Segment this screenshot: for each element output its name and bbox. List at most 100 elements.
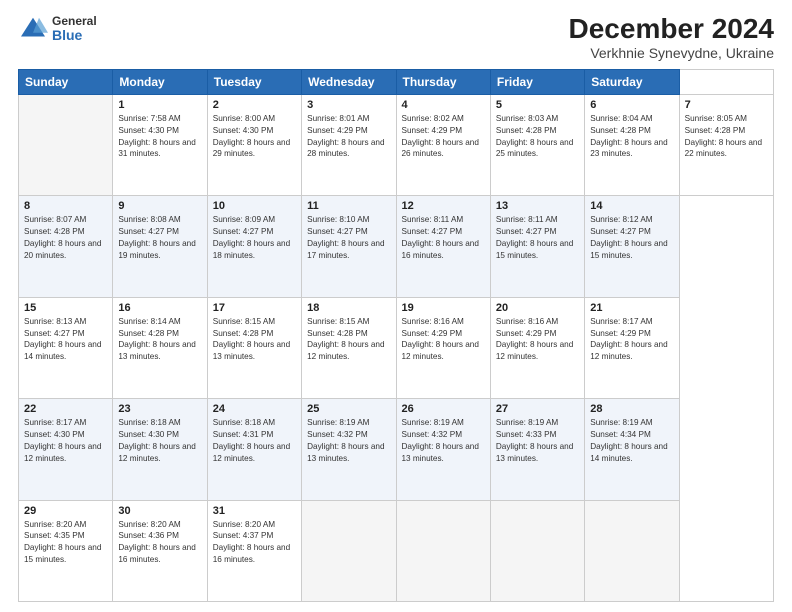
day-number: 3 xyxy=(307,99,390,111)
day-number: 18 xyxy=(307,302,390,314)
day-number: 13 xyxy=(496,200,579,212)
calendar-cell: 19 Sunrise: 8:16 AMSunset: 4:29 PMDayligh… xyxy=(396,297,490,398)
calendar-cell: 15 Sunrise: 8:13 AMSunset: 4:27 PMDayligh… xyxy=(19,297,113,398)
calendar-cell: 23 Sunrise: 8:18 AMSunset: 4:30 PMDayligh… xyxy=(113,399,207,500)
logo: General Blue xyxy=(18,14,97,44)
day-info: Sunrise: 8:04 AMSunset: 4:28 PMDaylight:… xyxy=(590,113,673,161)
calendar-cell: 14 Sunrise: 8:12 AMSunset: 4:27 PMDayligh… xyxy=(585,196,679,297)
calendar-cell: 26 Sunrise: 8:19 AMSunset: 4:32 PMDayligh… xyxy=(396,399,490,500)
calendar-cell: 21 Sunrise: 8:17 AMSunset: 4:29 PMDayligh… xyxy=(585,297,679,398)
day-number: 17 xyxy=(213,302,296,314)
day-info: Sunrise: 8:19 AMSunset: 4:34 PMDaylight:… xyxy=(590,417,673,465)
calendar-cell xyxy=(585,500,679,601)
logo-general: General xyxy=(52,15,97,28)
page-title: December 2024 xyxy=(569,14,774,45)
day-info: Sunrise: 8:15 AMSunset: 4:28 PMDaylight:… xyxy=(307,316,390,364)
day-info: Sunrise: 8:13 AMSunset: 4:27 PMDaylight:… xyxy=(24,316,107,364)
calendar-cell: 31 Sunrise: 8:20 AMSunset: 4:37 PMDayligh… xyxy=(207,500,301,601)
calendar-cell xyxy=(302,500,396,601)
day-info: Sunrise: 8:14 AMSunset: 4:28 PMDaylight:… xyxy=(118,316,201,364)
logo-icon xyxy=(18,14,48,44)
day-number: 4 xyxy=(402,99,485,111)
day-info: Sunrise: 8:12 AMSunset: 4:27 PMDaylight:… xyxy=(590,214,673,262)
calendar-cell: 11Sunrise: 8:10 AMSunset: 4:27 PMDayligh… xyxy=(302,196,396,297)
day-info: Sunrise: 8:17 AMSunset: 4:29 PMDaylight:… xyxy=(590,316,673,364)
day-number: 29 xyxy=(24,505,107,517)
calendar-cell: 9Sunrise: 8:08 AMSunset: 4:27 PMDaylight… xyxy=(113,196,207,297)
day-info: Sunrise: 7:58 AMSunset: 4:30 PMDaylight:… xyxy=(118,113,201,161)
day-info: Sunrise: 8:11 AMSunset: 4:27 PMDaylight:… xyxy=(496,214,579,262)
header-day-sunday: Sunday xyxy=(19,69,113,94)
header-day-wednesday: Wednesday xyxy=(302,69,396,94)
week-row-1: 1 Sunrise: 7:58 AMSunset: 4:30 PMDaylight… xyxy=(19,94,774,195)
calendar-cell: 24 Sunrise: 8:18 AMSunset: 4:31 PMDayligh… xyxy=(207,399,301,500)
day-info: Sunrise: 8:16 AMSunset: 4:29 PMDaylight:… xyxy=(402,316,485,364)
calendar-cell: 4 Sunrise: 8:02 AMSunset: 4:29 PMDaylight… xyxy=(396,94,490,195)
calendar-cell xyxy=(396,500,490,601)
calendar-cell xyxy=(19,94,113,195)
day-info: Sunrise: 8:19 AMSunset: 4:32 PMDaylight:… xyxy=(307,417,390,465)
header-day-tuesday: Tuesday xyxy=(207,69,301,94)
calendar-cell: 1 Sunrise: 7:58 AMSunset: 4:30 PMDaylight… xyxy=(113,94,207,195)
calendar-cell: 6Sunrise: 8:04 AMSunset: 4:28 PMDaylight… xyxy=(585,94,679,195)
header-day-saturday: Saturday xyxy=(585,69,679,94)
calendar-cell: 28 Sunrise: 8:19 AMSunset: 4:34 PMDayligh… xyxy=(585,399,679,500)
day-info: Sunrise: 8:03 AMSunset: 4:28 PMDaylight:… xyxy=(496,113,579,161)
calendar-cell: 20Sunrise: 8:16 AMSunset: 4:29 PMDayligh… xyxy=(490,297,584,398)
calendar-cell: 3 Sunrise: 8:01 AMSunset: 4:29 PMDaylight… xyxy=(302,94,396,195)
calendar-cell: 18 Sunrise: 8:15 AMSunset: 4:28 PMDayligh… xyxy=(302,297,396,398)
day-number: 22 xyxy=(24,403,107,415)
calendar-cell xyxy=(490,500,584,601)
day-number: 24 xyxy=(213,403,296,415)
week-row-3: 15 Sunrise: 8:13 AMSunset: 4:27 PMDayligh… xyxy=(19,297,774,398)
calendar-cell: 10Sunrise: 8:09 AMSunset: 4:27 PMDayligh… xyxy=(207,196,301,297)
day-info: Sunrise: 8:00 AMSunset: 4:30 PMDaylight:… xyxy=(213,113,296,161)
title-block: December 2024 Verkhnie Synevydne, Ukrain… xyxy=(569,14,774,61)
day-info: Sunrise: 8:18 AMSunset: 4:30 PMDaylight:… xyxy=(118,417,201,465)
day-number: 16 xyxy=(118,302,201,314)
day-number: 14 xyxy=(590,200,673,212)
day-info: Sunrise: 8:10 AMSunset: 4:27 PMDaylight:… xyxy=(307,214,390,262)
calendar-table: SundayMondayTuesdayWednesdayThursdayFrid… xyxy=(18,69,774,602)
page: General Blue December 2024 Verkhnie Syne… xyxy=(0,0,792,612)
day-info: Sunrise: 8:01 AMSunset: 4:29 PMDaylight:… xyxy=(307,113,390,161)
day-info: Sunrise: 8:18 AMSunset: 4:31 PMDaylight:… xyxy=(213,417,296,465)
day-number: 12 xyxy=(402,200,485,212)
logo-text: General Blue xyxy=(52,15,97,44)
calendar-cell: 13 Sunrise: 8:11 AMSunset: 4:27 PMDayligh… xyxy=(490,196,584,297)
calendar-cell: 22 Sunrise: 8:17 AMSunset: 4:30 PMDayligh… xyxy=(19,399,113,500)
calendar-cell: 2 Sunrise: 8:00 AMSunset: 4:30 PMDaylight… xyxy=(207,94,301,195)
day-number: 8 xyxy=(24,200,107,212)
day-info: Sunrise: 8:07 AMSunset: 4:28 PMDaylight:… xyxy=(24,214,107,262)
day-number: 27 xyxy=(496,403,579,415)
day-info: Sunrise: 8:11 AMSunset: 4:27 PMDaylight:… xyxy=(402,214,485,262)
calendar-cell: 30Sunrise: 8:20 AMSunset: 4:36 PMDayligh… xyxy=(113,500,207,601)
day-number: 9 xyxy=(118,200,201,212)
day-number: 30 xyxy=(118,505,201,517)
day-info: Sunrise: 8:15 AMSunset: 4:28 PMDaylight:… xyxy=(213,316,296,364)
day-info: Sunrise: 8:19 AMSunset: 4:33 PMDaylight:… xyxy=(496,417,579,465)
day-info: Sunrise: 8:17 AMSunset: 4:30 PMDaylight:… xyxy=(24,417,107,465)
calendar-cell: 12 Sunrise: 8:11 AMSunset: 4:27 PMDayligh… xyxy=(396,196,490,297)
day-info: Sunrise: 8:02 AMSunset: 4:29 PMDaylight:… xyxy=(402,113,485,161)
day-info: Sunrise: 8:19 AMSunset: 4:32 PMDaylight:… xyxy=(402,417,485,465)
day-number: 1 xyxy=(118,99,201,111)
day-number: 15 xyxy=(24,302,107,314)
day-number: 28 xyxy=(590,403,673,415)
day-number: 26 xyxy=(402,403,485,415)
page-subtitle: Verkhnie Synevydne, Ukraine xyxy=(569,45,774,61)
day-number: 19 xyxy=(402,302,485,314)
week-row-2: 8 Sunrise: 8:07 AMSunset: 4:28 PMDaylight… xyxy=(19,196,774,297)
header: General Blue December 2024 Verkhnie Syne… xyxy=(18,14,774,61)
day-number: 23 xyxy=(118,403,201,415)
day-number: 25 xyxy=(307,403,390,415)
day-info: Sunrise: 8:20 AMSunset: 4:37 PMDaylight:… xyxy=(213,519,296,567)
day-info: Sunrise: 8:09 AMSunset: 4:27 PMDaylight:… xyxy=(213,214,296,262)
header-day-monday: Monday xyxy=(113,69,207,94)
day-number: 21 xyxy=(590,302,673,314)
day-number: 2 xyxy=(213,99,296,111)
header-day-thursday: Thursday xyxy=(396,69,490,94)
day-number: 31 xyxy=(213,505,296,517)
calendar-cell: 5Sunrise: 8:03 AMSunset: 4:28 PMDaylight… xyxy=(490,94,584,195)
calendar-cell: 7Sunrise: 8:05 AMSunset: 4:28 PMDaylight… xyxy=(679,94,773,195)
